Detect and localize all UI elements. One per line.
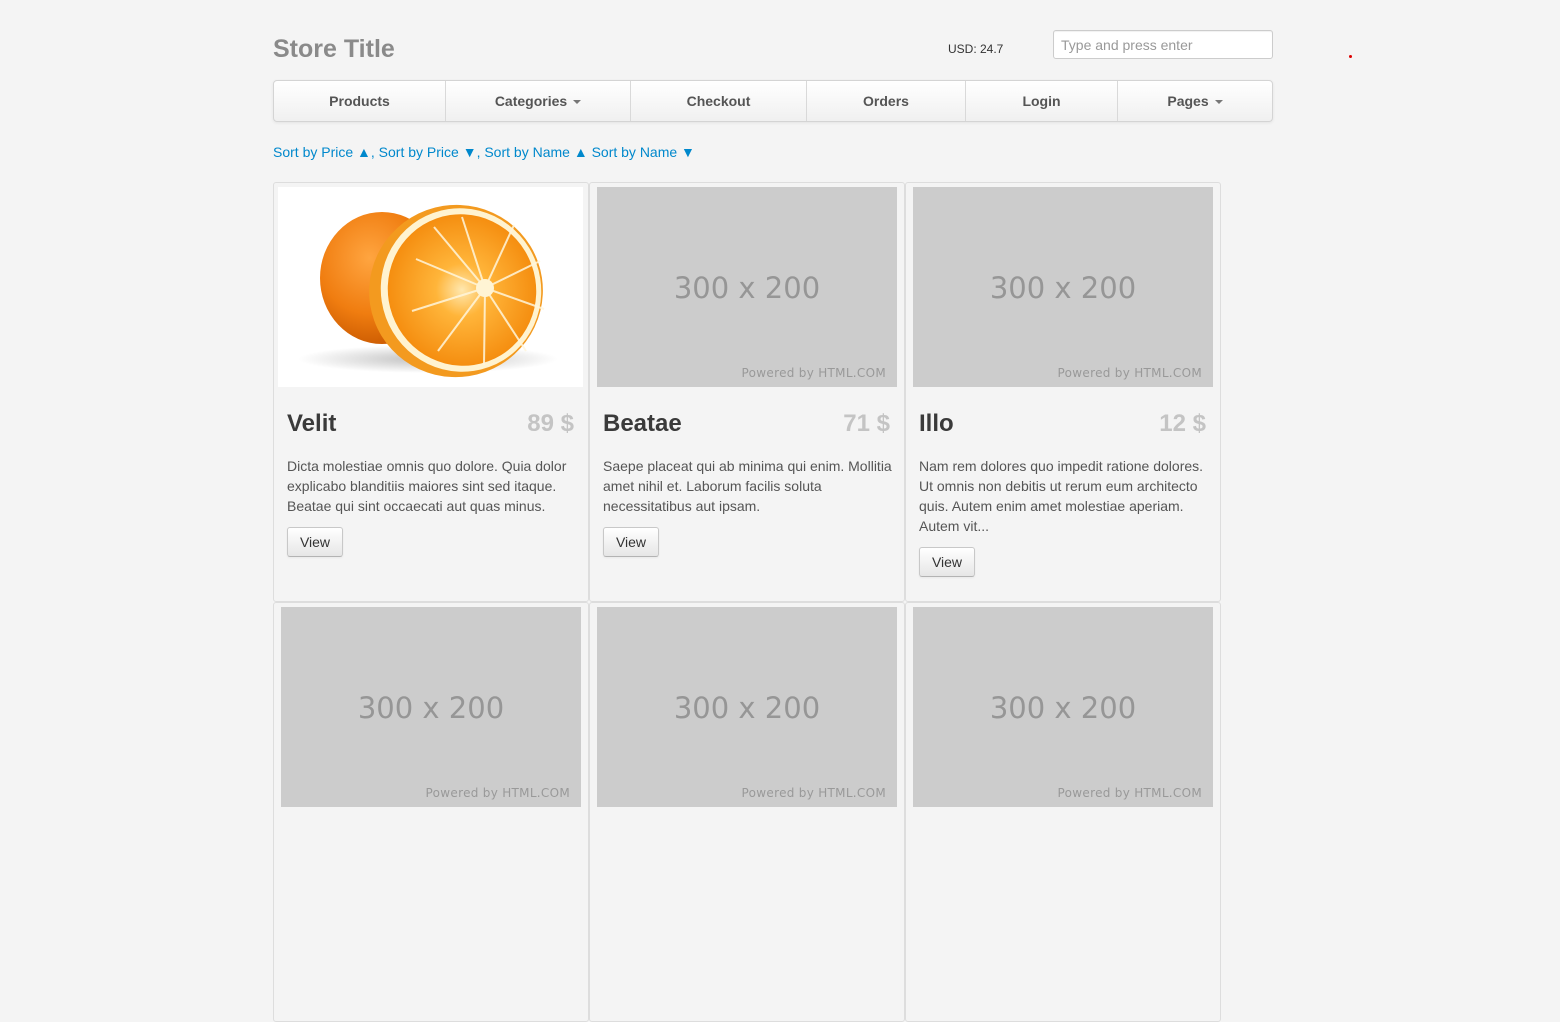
nav-pages[interactable]: Pages [1118,81,1272,121]
orange-icon [298,204,558,378]
view-button[interactable]: View [919,547,975,577]
nav-products-label: Products [329,93,390,109]
product-image-placeholder[interactable]: 300 x 200 Powered by HTML.COM [597,187,897,387]
nav-checkout-label: Checkout [686,93,751,109]
product-card: Velit 89 $ Dicta molestiae omnis quo dol… [273,182,589,602]
sort-price-asc-link[interactable]: Sort by Price ▲ [273,144,371,160]
sort-bar: Sort by Price ▲, Sort by Price ▼, Sort b… [273,144,695,160]
placeholder-powered-text: Powered by HTML.COM [741,786,886,800]
product-image-orange[interactable] [278,187,583,387]
product-name[interactable]: Beatae [603,410,682,438]
sort-name-desc-link[interactable]: Sort by Name ▼ [592,144,695,160]
sort-separator: , [370,144,375,160]
placeholder-size-text: 300 x 200 [989,271,1137,305]
product-name[interactable]: Illo [919,410,954,438]
view-button[interactable]: View [287,527,343,557]
product-card: 300 x 200 Powered by HTML.COM [589,602,905,1022]
product-price: 71 $ [843,410,890,437]
placeholder-size-text: 300 x 200 [989,691,1137,725]
placeholder-size-text: 300 x 200 [357,691,505,725]
product-card: 300 x 200 Powered by HTML.COM Illo 12 $ … [905,182,1221,602]
product-description: Saepe placeat qui ab minima qui enim. Mo… [603,458,892,514]
placeholder-size-text: 300 x 200 [673,691,821,725]
placeholder-powered-text: Powered by HTML.COM [741,366,886,380]
product-price: 89 $ [527,410,574,437]
product-description: Dicta molestiae omnis quo dolore. Quia d… [287,458,567,514]
store-title[interactable]: Store Title [273,34,395,64]
nav-checkout[interactable]: Checkout [631,81,807,121]
main-navbar: Products Categories Checkout Orders Logi… [273,80,1273,122]
product-image-placeholder[interactable]: 300 x 200 Powered by HTML.COM [597,607,897,807]
nav-login-label: Login [1022,93,1061,109]
sort-name-asc-link[interactable]: Sort by Name ▲ [484,144,587,160]
product-card: 300 x 200 Powered by HTML.COM Beatae 71 … [589,182,905,602]
nav-orders-label: Orders [863,93,909,109]
placeholder-powered-text: Powered by HTML.COM [425,786,570,800]
nav-products[interactable]: Products [274,81,446,121]
nav-categories[interactable]: Categories [446,81,631,121]
sort-price-desc-link[interactable]: Sort by Price ▼ [379,144,477,160]
caret-down-icon [573,99,582,104]
product-card: 300 x 200 Powered by HTML.COM [273,602,589,1022]
cursor-dot [1349,55,1352,58]
currency-indicator: USD: 24.7 [948,42,1004,56]
product-card: 300 x 200 Powered by HTML.COM [905,602,1221,1022]
placeholder-powered-text: Powered by HTML.COM [1057,786,1202,800]
placeholder-powered-text: Powered by HTML.COM [1057,366,1202,380]
caret-down-icon [1214,99,1223,104]
placeholder-size-text: 300 x 200 [673,271,821,305]
product-description: Nam rem dolores quo impedit ratione dolo… [919,458,1204,534]
nav-pages-label: Pages [1167,93,1209,109]
search-input[interactable] [1053,30,1273,59]
product-price: 12 $ [1159,410,1206,437]
nav-orders[interactable]: Orders [807,81,966,121]
sort-separator: , [476,144,481,160]
product-image-placeholder[interactable]: 300 x 200 Powered by HTML.COM [281,607,581,807]
product-image-placeholder[interactable]: 300 x 200 Powered by HTML.COM [913,607,1213,807]
view-button[interactable]: View [603,527,659,557]
product-name[interactable]: Velit [287,410,336,438]
product-image-placeholder[interactable]: 300 x 200 Powered by HTML.COM [913,187,1213,387]
nav-login[interactable]: Login [966,81,1118,121]
nav-categories-label: Categories [494,93,568,109]
